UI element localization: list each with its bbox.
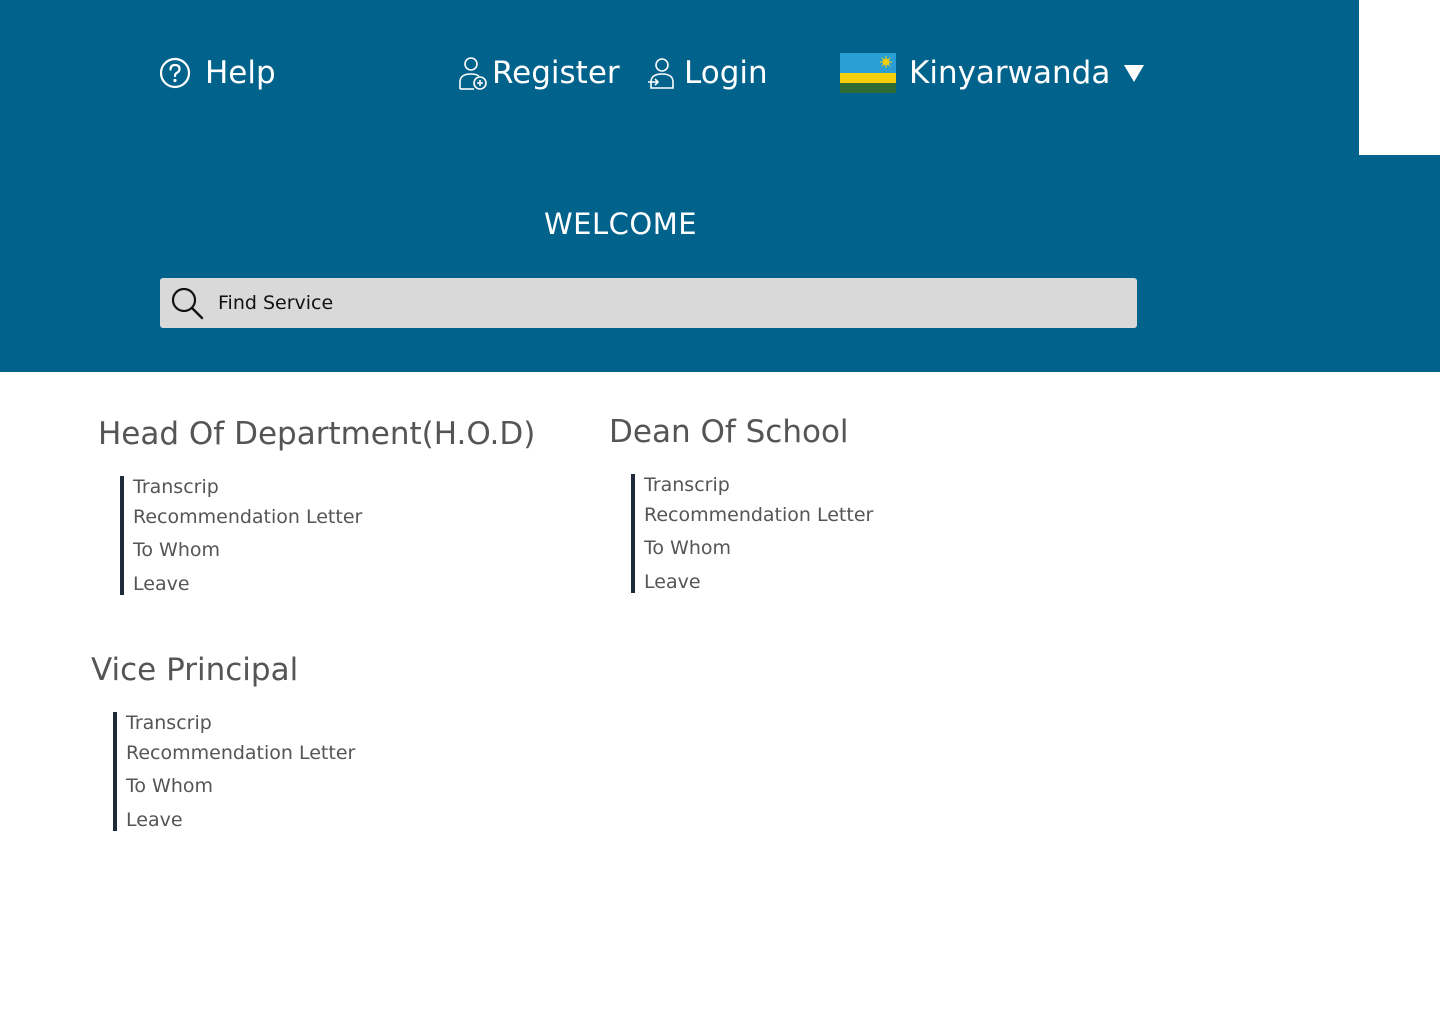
section-vice-principal: Vice Principal Transcrip Recommendation … [91, 652, 355, 831]
service-link-list: Transcrip Recommendation Letter To Whom … [113, 712, 355, 831]
welcome-heading: WELCOME [544, 207, 698, 241]
login-label: Login [684, 55, 768, 91]
section-title: Vice Principal [91, 652, 299, 688]
search-icon[interactable] [170, 286, 204, 320]
search-input[interactable] [218, 292, 1098, 314]
section-dean: Dean Of School Transcrip Recommendation … [609, 414, 873, 593]
link-to-whom[interactable]: To Whom [133, 539, 362, 573]
register-link[interactable]: Register [457, 52, 620, 94]
link-leave[interactable]: Leave [644, 571, 873, 593]
language-selector[interactable]: Kinyarwanda [840, 52, 1146, 94]
link-leave[interactable]: Leave [133, 573, 362, 595]
language-label: Kinyarwanda [909, 55, 1111, 91]
user-login-icon [646, 56, 676, 90]
help-circle-icon [159, 57, 191, 89]
user-add-icon [457, 55, 489, 91]
help-label: Help [205, 55, 276, 91]
link-transcrip[interactable]: Transcrip [133, 476, 362, 506]
service-link-list: Transcrip Recommendation Letter To Whom … [631, 474, 873, 593]
link-to-whom[interactable]: To Whom [644, 537, 873, 571]
link-recommendation-letter[interactable]: Recommendation Letter [644, 504, 873, 537]
rwanda-flag-icon [840, 53, 896, 93]
corner-white-block [1359, 0, 1440, 155]
link-transcrip[interactable]: Transcrip [126, 712, 355, 742]
section-title: Dean Of School [609, 414, 849, 450]
link-to-whom[interactable]: To Whom [126, 775, 355, 809]
service-link-list: Transcrip Recommendation Letter To Whom … [120, 476, 362, 595]
link-transcrip[interactable]: Transcrip [644, 474, 873, 504]
register-label: Register [492, 55, 620, 91]
section-hod: Head Of Department(H.O.D) Transcrip Reco… [98, 416, 536, 595]
login-link[interactable]: Login [646, 52, 768, 94]
link-recommendation-letter[interactable]: Recommendation Letter [126, 742, 355, 775]
chevron-down-icon[interactable] [1122, 62, 1146, 84]
section-title: Head Of Department(H.O.D) [98, 416, 536, 452]
help-link[interactable]: Help [159, 52, 276, 94]
search-bar[interactable] [160, 278, 1137, 328]
link-leave[interactable]: Leave [126, 809, 355, 831]
link-recommendation-letter[interactable]: Recommendation Letter [133, 506, 362, 539]
